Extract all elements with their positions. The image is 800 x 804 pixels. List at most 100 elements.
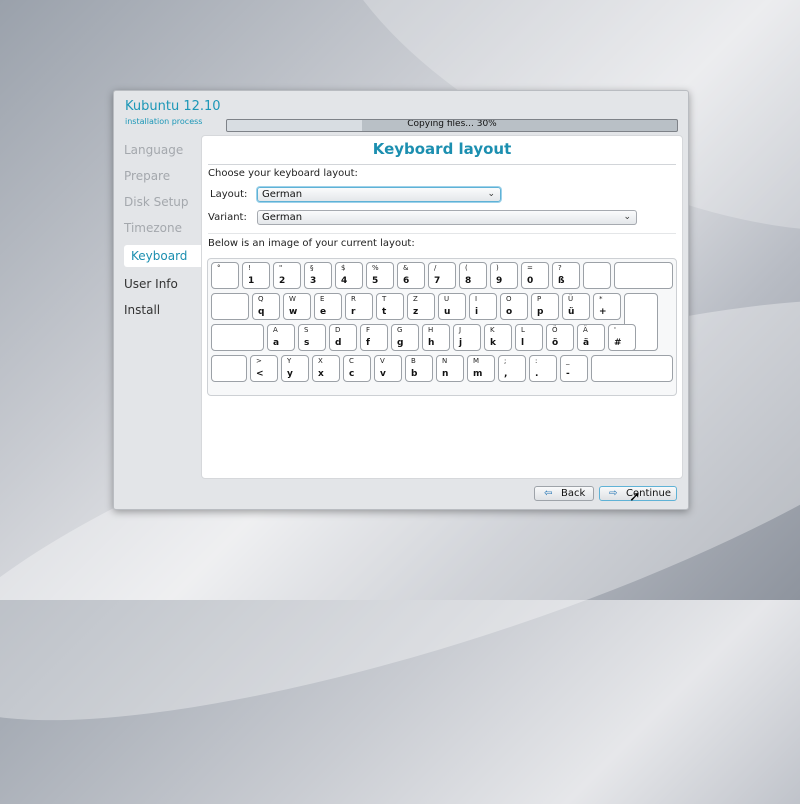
key-shift-label: ° [217, 264, 221, 272]
key: Oo [500, 293, 528, 320]
key-shift-label: Q [258, 295, 264, 303]
chevron-down-icon: ⌄ [487, 189, 495, 199]
right-shift-key [591, 355, 673, 382]
key-shift-label: U [444, 295, 450, 303]
key: Bb [405, 355, 433, 382]
key: Jj [453, 324, 481, 351]
key-base-label: b [411, 369, 418, 379]
keyboard-layout-image: °! 1 " 2 § 3 $4% 5 & 6/7(8) 9 = 0? ß Qq Ww Ee Rr Tt Zz Uu Ii O… [207, 258, 677, 396]
step-user-info: User Info [124, 277, 178, 291]
key: Öö [546, 324, 574, 351]
key-shift-label: F [366, 326, 371, 334]
key: * + [593, 293, 621, 320]
key-shift-label: : [535, 357, 538, 365]
section-divider [208, 233, 676, 234]
key-shift-label: ( [465, 264, 468, 272]
key-shift-label: § [310, 264, 314, 272]
step-timezone: Timezone [124, 221, 182, 235]
key-shift-label: Ö [552, 326, 558, 334]
variant-select-value: German [262, 212, 303, 223]
key: = 0 [521, 262, 549, 289]
key-shift-label: Z [413, 295, 418, 303]
key-shift-label: A [273, 326, 278, 334]
key-base-label: 9 [496, 276, 503, 286]
key: Ii [469, 293, 497, 320]
key-shift-label: _ [566, 357, 570, 365]
caps-lock-key [211, 324, 264, 351]
key-shift-label: Y [287, 357, 292, 365]
key: Ee [314, 293, 342, 320]
key-base-label: # [614, 338, 622, 348]
key-base-label: w [289, 307, 298, 317]
key-base-label: ö [552, 338, 559, 348]
key: Cc [343, 355, 371, 382]
key-base-label: x [318, 369, 324, 379]
layout-select[interactable]: German ⌄ [257, 187, 501, 202]
key: Ll [515, 324, 543, 351]
key: Gg [391, 324, 419, 351]
key: ? ß [552, 262, 580, 289]
key [583, 262, 611, 289]
variant-select[interactable]: German ⌄ [257, 210, 637, 225]
key-shift-label: & [403, 264, 409, 272]
key-shift-label: ) [496, 264, 499, 272]
step-disk-setup: Disk Setup [124, 195, 189, 209]
key-shift-label: Ü [568, 295, 574, 303]
key: Xx [312, 355, 340, 382]
key: Yy [281, 355, 309, 382]
key-base-label: a [273, 338, 280, 348]
key: $4 [335, 262, 363, 289]
key-shift-label: ' [614, 326, 616, 334]
key: Qq [252, 293, 280, 320]
key: Rr [345, 293, 373, 320]
key-base-label: v [380, 369, 386, 379]
key: Uu [438, 293, 466, 320]
key-base-label: ß [558, 276, 565, 286]
arrow-right-icon: ⇨ [609, 488, 618, 499]
key: Ää [577, 324, 605, 351]
backspace-key [614, 262, 673, 289]
key-shift-label: R [351, 295, 356, 303]
key-shift-label: S [304, 326, 309, 334]
progress-bar: Copying files... 30% [226, 119, 678, 132]
key-base-label: 2 [279, 276, 286, 286]
steps-sidebar: Language Prepare Disk Setup Timezone Key… [124, 141, 209, 327]
key-shift-label: H [428, 326, 434, 334]
key-base-label: p [537, 307, 544, 317]
key: Ss [298, 324, 326, 351]
key-base-label: d [335, 338, 342, 348]
key: ;, [498, 355, 526, 382]
key-base-label: h [428, 338, 435, 348]
choose-layout-label: Choose your keyboard layout: [208, 168, 358, 179]
key: Ww [283, 293, 311, 320]
key: ) 9 [490, 262, 518, 289]
key-shift-label: T [382, 295, 387, 303]
key-base-label: 8 [465, 276, 472, 286]
back-button[interactable]: ⇦ Back [534, 486, 594, 501]
key-base-label: 6 [403, 276, 410, 286]
back-button-label: Back [561, 488, 586, 499]
key-base-label: ü [568, 307, 575, 317]
key-base-label: s [304, 338, 310, 348]
key-shift-label: / [434, 264, 437, 272]
key: ' # [608, 324, 636, 351]
variant-label: Variant: [208, 212, 247, 223]
key-shift-label: * [599, 295, 603, 303]
key-base-label: 5 [372, 276, 379, 286]
key-shift-label: ; [504, 357, 507, 365]
content-panel: Keyboard layout Choose your keyboard lay… [201, 135, 683, 479]
left-shift-key [211, 355, 247, 382]
key: Pp [531, 293, 559, 320]
key-base-label: z [413, 307, 419, 317]
key-shift-label: D [335, 326, 341, 334]
mouse-cursor-icon: ➚ [629, 489, 641, 505]
key-shift-label: E [320, 295, 325, 303]
key-base-label: 1 [248, 276, 255, 286]
key-shift-label: " [279, 264, 283, 272]
key: Aa [267, 324, 295, 351]
arrow-left-icon: ⇦ [544, 488, 553, 499]
key-base-label: , [504, 369, 508, 379]
key: " 2 [273, 262, 301, 289]
key-base-label: g [397, 338, 404, 348]
key: Zz [407, 293, 435, 320]
